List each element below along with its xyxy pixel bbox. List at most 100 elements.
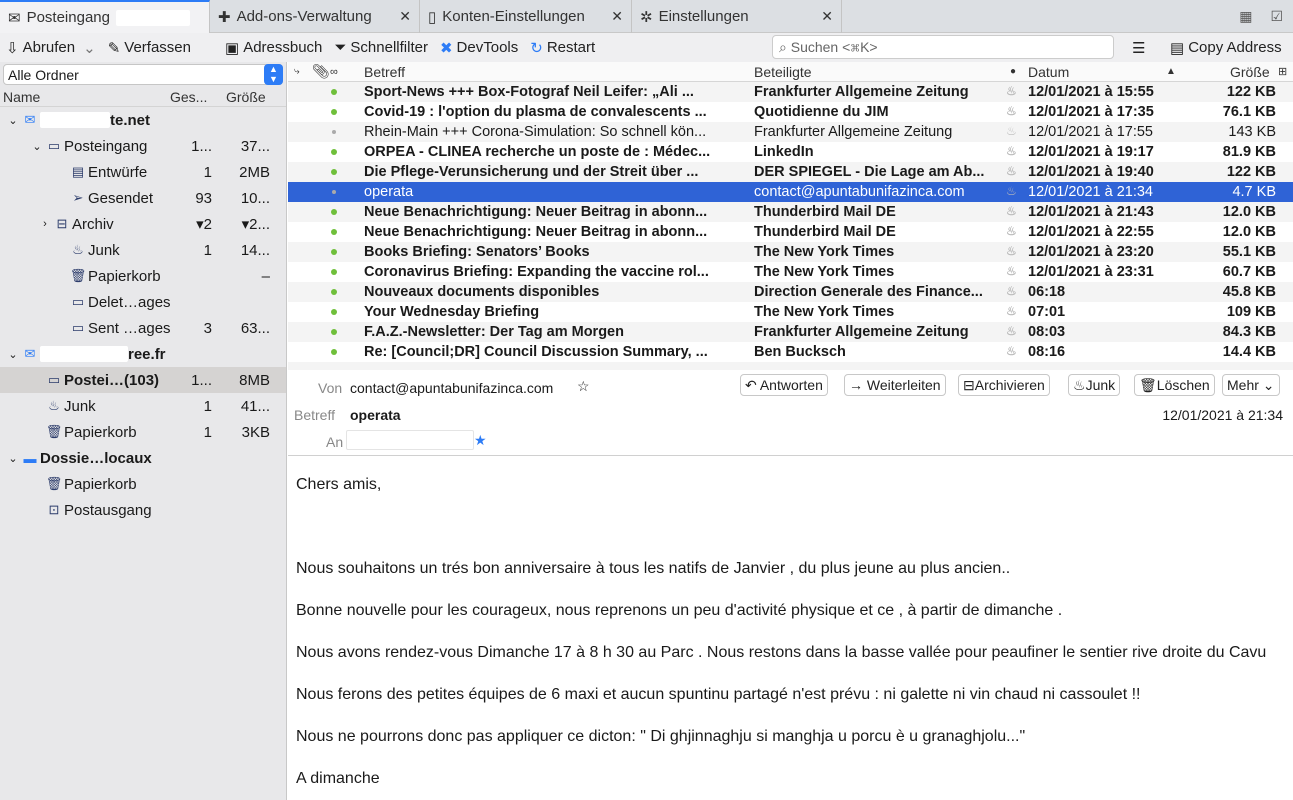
twisty-icon[interactable]: ›: [38, 218, 52, 230]
junk-icon[interactable]: ♨: [1006, 344, 1017, 358]
folder-item[interactable]: 🗑︎ Papierkorb: [0, 471, 286, 497]
message-row[interactable]: operata contact@apuntabunifazinca.com ♨ 12/…: [288, 182, 1293, 202]
status-dot-icon[interactable]: [331, 269, 337, 275]
status-dot-icon[interactable]: [331, 289, 337, 295]
message-row[interactable]: Rhein-Main +++ Corona-Simulation: So sch…: [288, 122, 1293, 142]
message-row-partial[interactable]: [288, 362, 1293, 370]
tab-settings[interactable]: ✲ Einstellungen ✕: [632, 0, 842, 33]
message-row[interactable]: F.A.Z.-Newsletter: Der Tag am Morgen Fran…: [288, 322, 1293, 342]
quick-filter-button[interactable]: ⏷ Schnellfilter: [328, 39, 434, 56]
tab-inbox[interactable]: ✉ Posteingang: [0, 0, 210, 33]
status-dot-icon[interactable]: [331, 209, 337, 215]
junk-icon[interactable]: ♨: [1006, 164, 1017, 178]
archive-button[interactable]: ⊟Archivieren: [958, 374, 1050, 396]
folder-item[interactable]: ♨ Junk 1 14...: [0, 237, 286, 263]
column-subject[interactable]: Betreff: [364, 64, 405, 80]
delete-button[interactable]: 🗑︎Löschen: [1134, 374, 1215, 396]
message-row[interactable]: Neue Benachrichtigung: Neuer Beitrag in …: [288, 222, 1293, 242]
twisty-icon[interactable]: ⌄: [30, 140, 44, 153]
get-mail-button[interactable]: ⇩ Abrufen ⌄: [0, 39, 102, 57]
junk-icon[interactable]: ♨: [1006, 244, 1017, 258]
status-dot-icon[interactable]: [331, 349, 337, 355]
status-dot-icon[interactable]: [331, 249, 337, 255]
folder-item[interactable]: ▭ Delet…ages: [0, 289, 286, 315]
junk-icon[interactable]: ♨: [1006, 124, 1017, 138]
folder-item[interactable]: ➢ Gesendet 93 10...: [0, 185, 286, 211]
star-icon[interactable]: ★: [474, 432, 487, 449]
message-row[interactable]: Nouveaux documents disponibles Direction …: [288, 282, 1293, 302]
junk-icon[interactable]: ♨: [1006, 204, 1017, 218]
twisty-icon[interactable]: ⌄: [6, 452, 20, 465]
reply-button[interactable]: ↶ Antworten: [740, 374, 828, 396]
status-dot-icon[interactable]: [331, 169, 337, 175]
devtools-button[interactable]: ✖ DevTools: [434, 39, 524, 57]
folder-item[interactable]: 🗑︎ Papierkorb 1 3KB: [0, 419, 286, 445]
column-size[interactable]: Größe: [1230, 64, 1270, 80]
junk-icon[interactable]: ♨: [1006, 284, 1017, 298]
address-book-button[interactable]: ▣ Adressbuch: [219, 39, 328, 57]
message-row[interactable]: Coronavirus Briefing: Expanding the vacc…: [288, 262, 1293, 282]
junk-icon[interactable]: ●: [1010, 66, 1016, 77]
message-row[interactable]: Sport-News +++ Box-Fotograf Neil Leifer:…: [288, 82, 1293, 102]
folder-item[interactable]: ⌄ ▬ Dossie…locaux: [0, 445, 286, 471]
twisty-icon[interactable]: ⌄: [6, 114, 20, 127]
column-picker-icon[interactable]: ⊞: [1278, 65, 1287, 78]
status-dot-icon[interactable]: [331, 149, 337, 155]
folder-item[interactable]: ⊡ Postausgang: [0, 497, 286, 523]
close-icon[interactable]: ✕: [399, 8, 411, 25]
close-icon[interactable]: ✕: [821, 8, 833, 25]
column-date[interactable]: Datum: [1028, 64, 1069, 80]
message-row[interactable]: Covid-19 : l'option du plasma de convale…: [288, 102, 1293, 122]
twisty-icon[interactable]: ⌄: [6, 348, 20, 361]
search-input[interactable]: ⌕ Suchen <⌘K>: [772, 35, 1114, 59]
junk-icon[interactable]: ♨: [1006, 264, 1017, 278]
junk-icon[interactable]: ♨: [1006, 84, 1017, 98]
folder-item[interactable]: ⌄ ✉ ree.fr: [0, 341, 286, 367]
folder-item[interactable]: › ⊟ Archiv ▾2 ▾2...: [0, 211, 286, 237]
menu-icon[interactable]: ☰: [1126, 39, 1151, 57]
chevron-down-icon[interactable]: ⌄: [83, 39, 96, 57]
folder-item[interactable]: ♨ Junk 1 41...: [0, 393, 286, 419]
copy-address-button[interactable]: ▤ Copy Address: [1164, 39, 1288, 57]
junk-icon[interactable]: ♨: [1006, 324, 1017, 338]
message-row[interactable]: Books Briefing: Senators’ Books The New Y…: [288, 242, 1293, 262]
restart-button[interactable]: ↻ Restart: [524, 39, 601, 57]
status-dot-icon[interactable]: [331, 329, 337, 335]
folder-item[interactable]: 🗑︎ Papierkorb –: [0, 263, 286, 289]
junk-icon[interactable]: ♨: [1006, 104, 1017, 118]
status-dot-icon[interactable]: [331, 89, 337, 95]
column-total[interactable]: Ges...: [170, 89, 207, 105]
status-dot-icon[interactable]: [331, 309, 337, 315]
close-icon[interactable]: ✕: [611, 8, 623, 25]
tasks-icon[interactable]: ☑: [1270, 8, 1283, 25]
folder-item[interactable]: ▤ Entwürfe 1 2MB: [0, 159, 286, 185]
forward-button[interactable]: → Weiterleiten: [844, 374, 946, 396]
message-row[interactable]: ORPEA - CLINEA recherche un poste de : M…: [288, 142, 1293, 162]
folder-item[interactable]: ▭ Postei…(103) 1... 8MB: [0, 367, 286, 393]
read-status-icon[interactable]: ∞: [330, 66, 338, 78]
compose-button[interactable]: ✎ Verfassen: [102, 39, 197, 57]
column-correspondents[interactable]: Beteiligte: [754, 64, 812, 80]
junk-icon[interactable]: ♨: [1006, 304, 1017, 318]
junk-button[interactable]: ♨Junk: [1068, 374, 1121, 396]
message-row[interactable]: Re: [Council;DR] Council Discussion Summ…: [288, 342, 1293, 362]
folder-mode-select[interactable]: Alle Ordner ▲ ▼: [3, 64, 283, 85]
attachment-icon[interactable]: 📎︎: [312, 63, 330, 80]
status-dot-icon[interactable]: [332, 190, 336, 194]
folder-item[interactable]: ⌄ ▭ Posteingang 1... 37...: [0, 133, 286, 159]
star-icon[interactable]: ☆: [577, 378, 590, 395]
tab-addons[interactable]: ✚ Add-ons-Verwaltung ✕: [210, 0, 420, 33]
junk-icon[interactable]: ♨: [1006, 184, 1017, 198]
message-row[interactable]: Your Wednesday Briefing The New York Time…: [288, 302, 1293, 322]
message-row[interactable]: Neue Benachrichtigung: Neuer Beitrag in …: [288, 202, 1293, 222]
from-address[interactable]: contact@apuntabunifazinca.com: [350, 380, 553, 396]
status-dot-icon[interactable]: [332, 130, 336, 134]
column-size[interactable]: Größe: [226, 89, 266, 105]
more-button[interactable]: Mehr ⌄: [1222, 374, 1280, 396]
folder-item[interactable]: ▭ Sent …ages 3 63...: [0, 315, 286, 341]
tab-account-settings[interactable]: ▯ Konten-Einstellungen ✕: [420, 0, 632, 33]
status-dot-icon[interactable]: [331, 109, 337, 115]
junk-icon[interactable]: ♨: [1006, 144, 1017, 158]
thread-icon[interactable]: ⤷: [294, 66, 300, 77]
calendar-icon[interactable]: ▦: [1239, 8, 1252, 25]
